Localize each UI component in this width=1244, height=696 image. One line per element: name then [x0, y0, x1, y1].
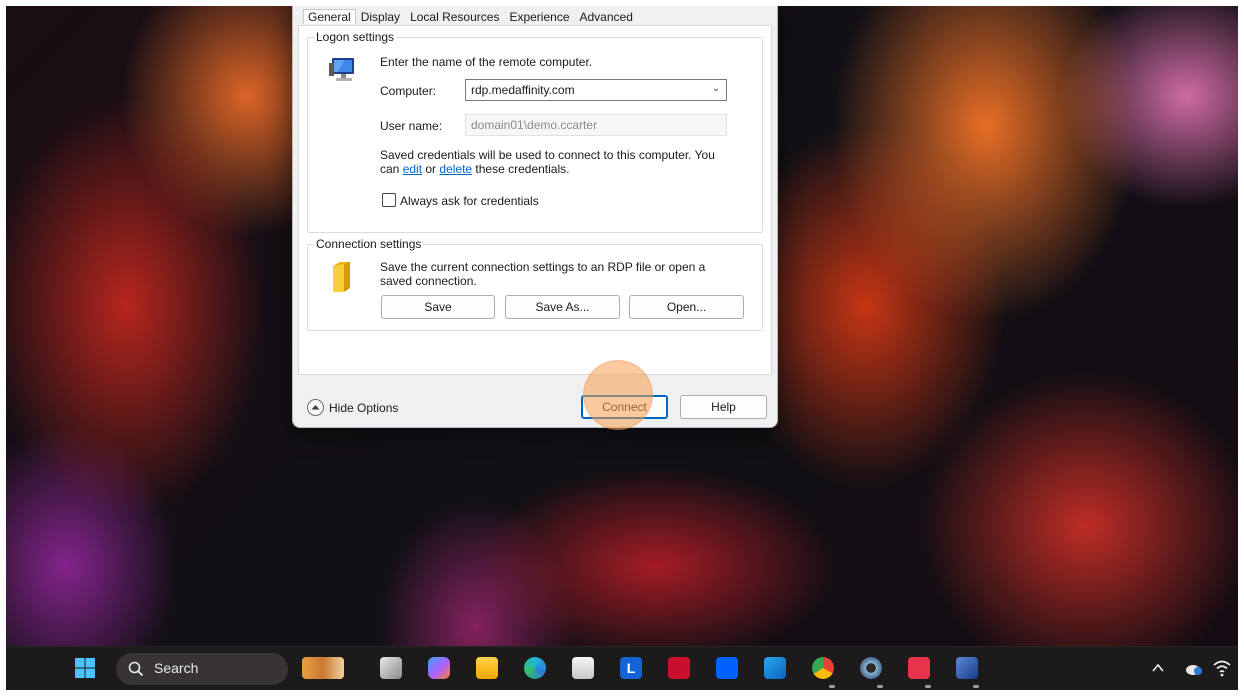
computer-combobox[interactable]: rdp.medaffinity.com ⌄ — [465, 79, 727, 101]
task-view-icon[interactable] — [380, 657, 402, 679]
computer-label: Computer: — [380, 84, 437, 98]
click-highlight — [585, 362, 651, 428]
saved-credentials-text: Saved credentials will be used to connec… — [380, 148, 715, 176]
outlook-icon[interactable] — [764, 657, 786, 679]
hide-options-label[interactable]: Hide Options — [329, 401, 398, 415]
username-value: domain01\demo.ccarter — [471, 118, 598, 132]
general-tab-panel: Logon settings Enter the name of the rem… — [298, 25, 772, 375]
connection-desc-line1: Save the current connection settings to … — [380, 260, 706, 274]
tab-strip: General Display Local Resources Experien… — [303, 9, 638, 25]
edge-icon[interactable] — [524, 657, 546, 679]
taskbar: Search L — [6, 646, 1238, 690]
chrome-icon[interactable] — [812, 657, 834, 679]
logon-settings-title: Logon settings — [314, 30, 397, 44]
save-as-button[interactable]: Save As... — [505, 295, 620, 319]
file-explorer-icon[interactable] — [476, 657, 498, 679]
tab-display[interactable]: Display — [356, 9, 405, 24]
l-app-icon[interactable]: L — [620, 657, 642, 679]
saved-tail-text: these credentials. — [472, 162, 570, 176]
saved-credentials-line2: can edit or delete these credentials. — [380, 162, 715, 176]
chevron-up-icon — [311, 405, 320, 410]
dropbox-icon[interactable] — [716, 657, 738, 679]
running-indicator — [973, 685, 979, 688]
tab-local-resources[interactable]: Local Resources — [405, 9, 504, 24]
username-label: User name: — [380, 119, 443, 133]
saved-can-text: can — [380, 162, 403, 176]
wifi-icon[interactable] — [1212, 659, 1232, 677]
always-ask-checkbox[interactable] — [382, 193, 396, 207]
search-icon — [128, 661, 144, 677]
connection-desc-line2: saved connection. — [380, 274, 477, 288]
connection-settings-group: Connection settings Save the current con… — [307, 237, 763, 331]
remote-desktop-dialog: General Display Local Resources Experien… — [292, 6, 778, 428]
save-button[interactable]: Save — [381, 295, 495, 319]
help-button[interactable]: Help — [680, 395, 767, 419]
store-icon[interactable] — [572, 657, 594, 679]
taskbar-search[interactable]: Search — [116, 653, 288, 685]
chevron-up-icon[interactable] — [1152, 663, 1164, 673]
snagit-icon[interactable] — [908, 657, 930, 679]
running-indicator — [829, 685, 835, 688]
edit-credentials-link[interactable]: edit — [403, 162, 422, 176]
tab-general[interactable]: General — [303, 9, 356, 24]
saved-or-text: or — [422, 162, 440, 176]
computer-value: rdp.medaffinity.com — [471, 83, 575, 97]
username-field: domain01\demo.ccarter — [465, 114, 727, 136]
widgets-icon[interactable] — [302, 657, 344, 679]
delete-credentials-link[interactable]: delete — [439, 162, 472, 176]
logon-instruction: Enter the name of the remote computer. — [380, 55, 593, 69]
windows-start-icon[interactable] — [74, 657, 96, 679]
folder-icon — [333, 262, 350, 292]
mcafee-icon[interactable] — [668, 657, 690, 679]
connection-settings-title: Connection settings — [314, 237, 424, 251]
chevron-down-icon: ⌄ — [711, 83, 720, 94]
collapse-options-icon[interactable] — [307, 399, 324, 416]
tab-experience[interactable]: Experience — [504, 9, 574, 24]
tab-advanced[interactable]: Advanced — [575, 9, 638, 24]
copilot-icon[interactable] — [428, 657, 450, 679]
desktop: General Display Local Resources Experien… — [6, 6, 1238, 690]
open-button[interactable]: Open... — [629, 295, 744, 319]
onedrive-icon[interactable] — [1184, 661, 1204, 677]
logon-settings-group: Logon settings Enter the name of the rem… — [307, 30, 763, 233]
search-label: Search — [154, 660, 199, 676]
remote-desktop-icon[interactable] — [956, 657, 978, 679]
computer-monitor-icon — [329, 58, 354, 81]
settings-icon[interactable] — [860, 657, 882, 679]
running-indicator — [925, 685, 931, 688]
saved-credentials-line1: Saved credentials will be used to connec… — [380, 148, 715, 162]
running-indicator — [877, 685, 883, 688]
always-ask-label[interactable]: Always ask for credentials — [400, 194, 539, 208]
